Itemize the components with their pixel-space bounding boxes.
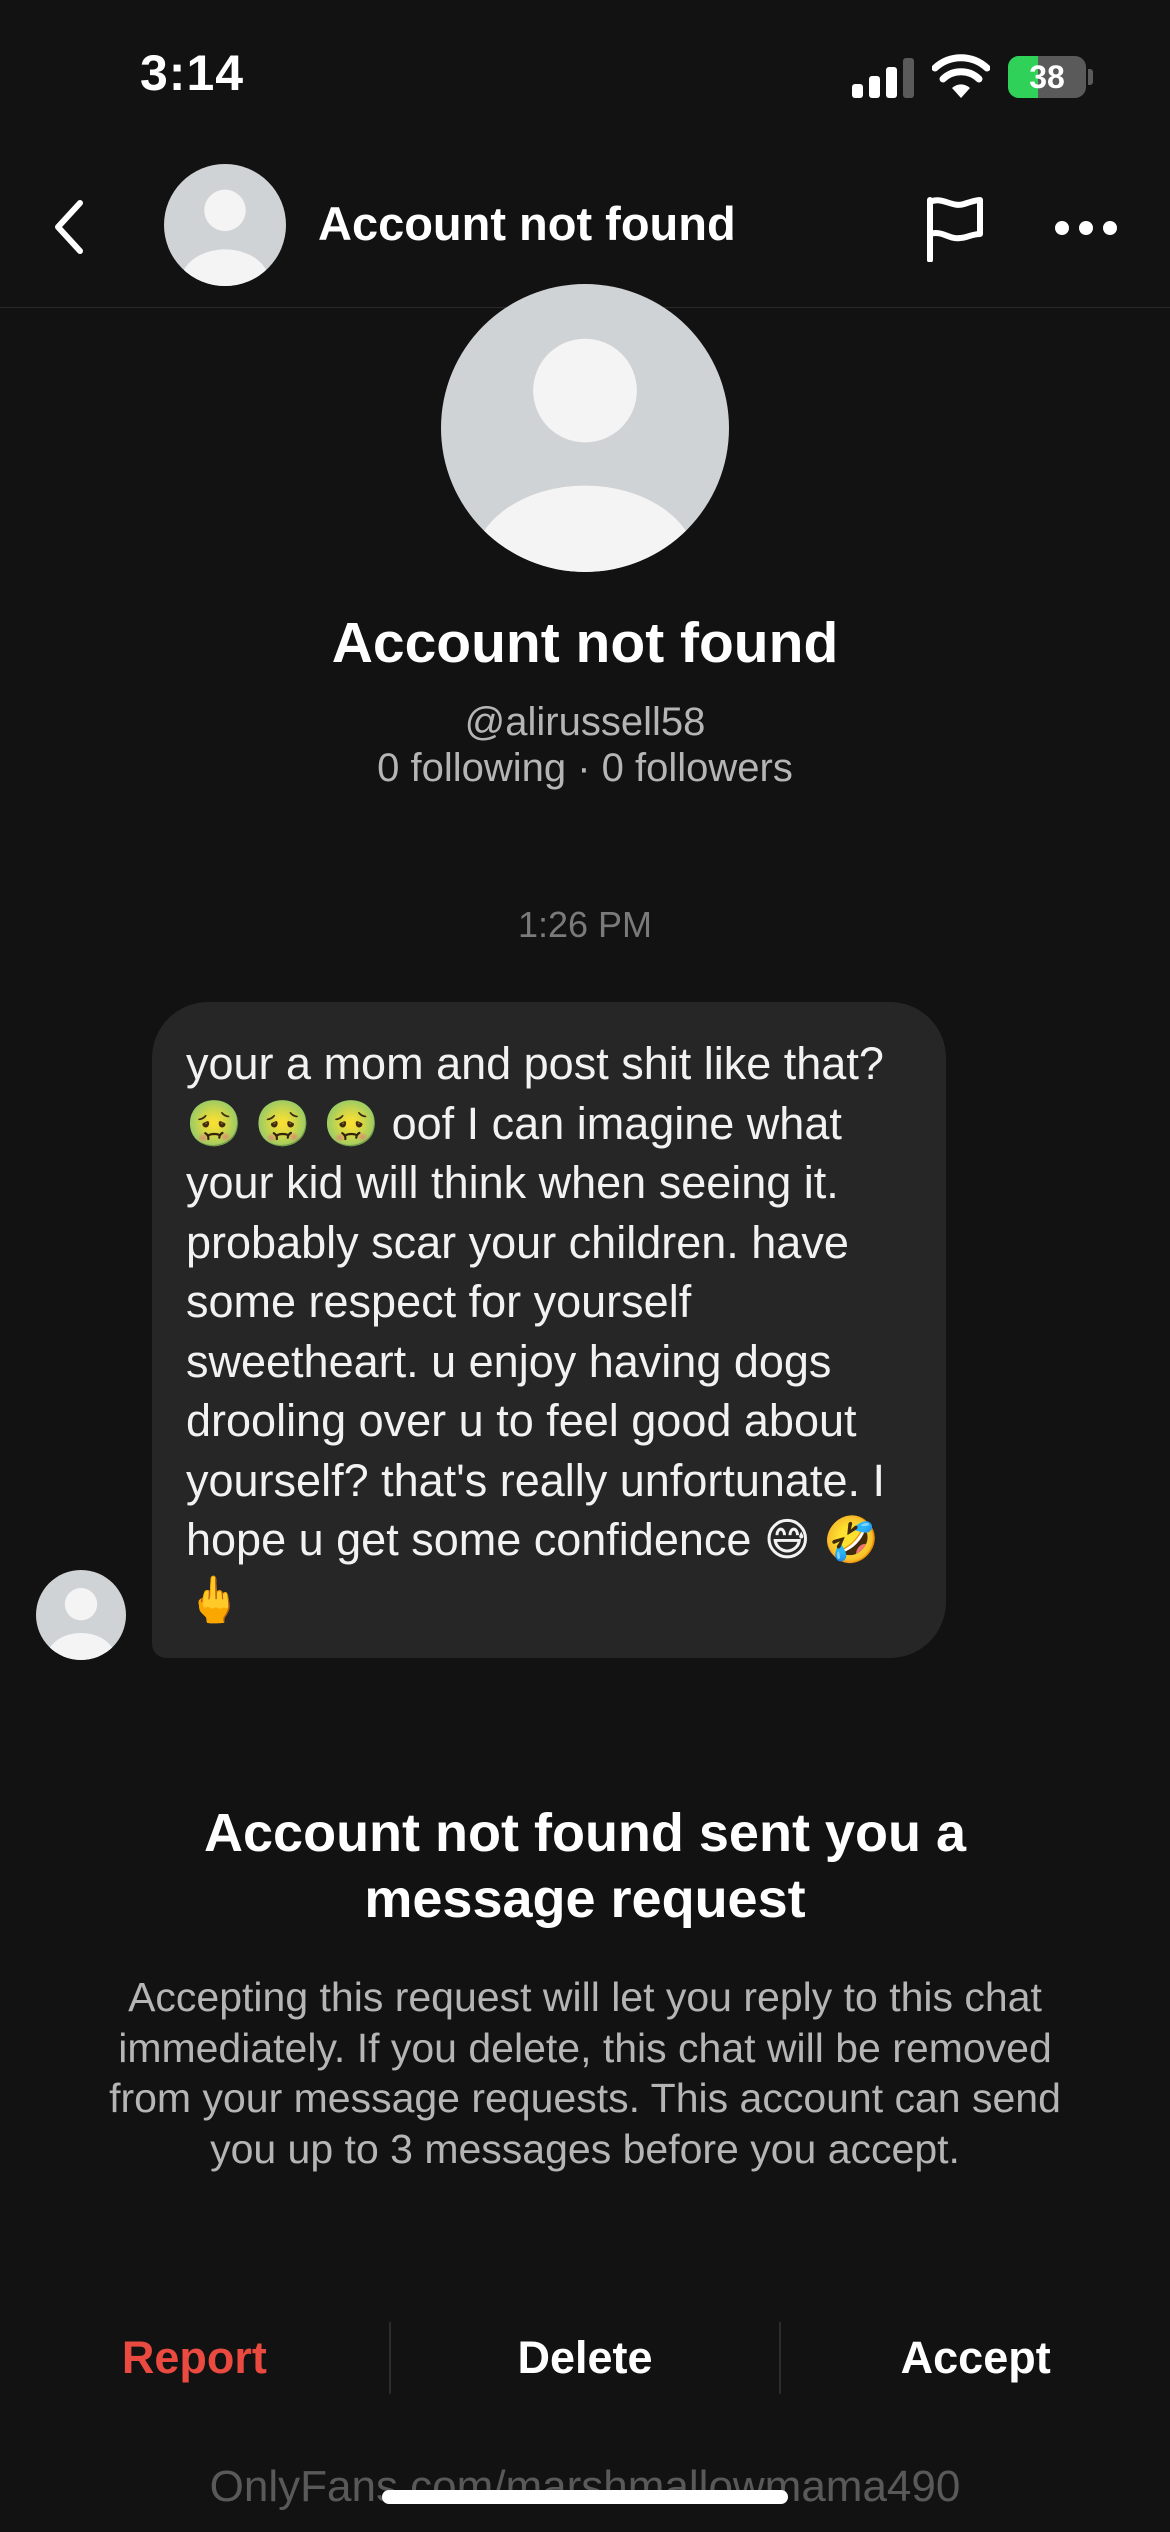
request-description: Accepting this request will let you repl…: [109, 1974, 1061, 2172]
profile-handle: @alirussell58: [464, 700, 706, 744]
watermark: OnlyFans.com/marshmallowmama490: [209, 2462, 961, 2511]
request-title: Account not found sent you a message req…: [204, 1803, 966, 1929]
avatar-icon: [46, 1588, 116, 1660]
profile-stats: 0 following · 0 followers: [377, 746, 793, 790]
chat-screen: 3:14 38 Account not found Account not fo…: [0, 0, 1170, 2532]
signal-icon: [852, 58, 914, 98]
status-time: 3:14: [140, 45, 245, 101]
action-bar: Report Delete Accept: [0, 2312, 1170, 2404]
status-bar: 3:14 38: [0, 0, 1170, 150]
header-avatar[interactable]: [164, 164, 286, 286]
avatar-icon: [472, 338, 698, 572]
battery-icon: 38: [1008, 56, 1093, 98]
chevron-left-icon: [55, 200, 83, 254]
accept-button[interactable]: Accept: [781, 2312, 1170, 2404]
battery-level: 38: [1029, 59, 1065, 95]
sender-avatar[interactable]: [36, 1570, 126, 1660]
back-button[interactable]: [38, 192, 98, 262]
flag-icon: [927, 197, 983, 262]
profile-avatar[interactable]: [441, 284, 729, 572]
profile-name: Account not found: [331, 611, 839, 675]
message-timestamp: 1:26 PM: [517, 904, 653, 945]
header-title[interactable]: Account not found: [318, 196, 736, 251]
report-flag-button[interactable]: [918, 190, 990, 266]
message-text: your a mom and post shit like that? 🤢 🤢 …: [186, 1038, 885, 1625]
message-bubble[interactable]: your a mom and post shit like that? 🤢 🤢 …: [152, 1002, 946, 1658]
more-icon: [1055, 221, 1117, 235]
home-indicator[interactable]: [382, 2490, 788, 2504]
delete-button[interactable]: Delete: [391, 2312, 780, 2404]
report-button[interactable]: Report: [0, 2312, 389, 2404]
avatar-icon: [181, 189, 269, 286]
wifi-icon: [932, 54, 990, 98]
more-options-button[interactable]: [1050, 198, 1122, 258]
